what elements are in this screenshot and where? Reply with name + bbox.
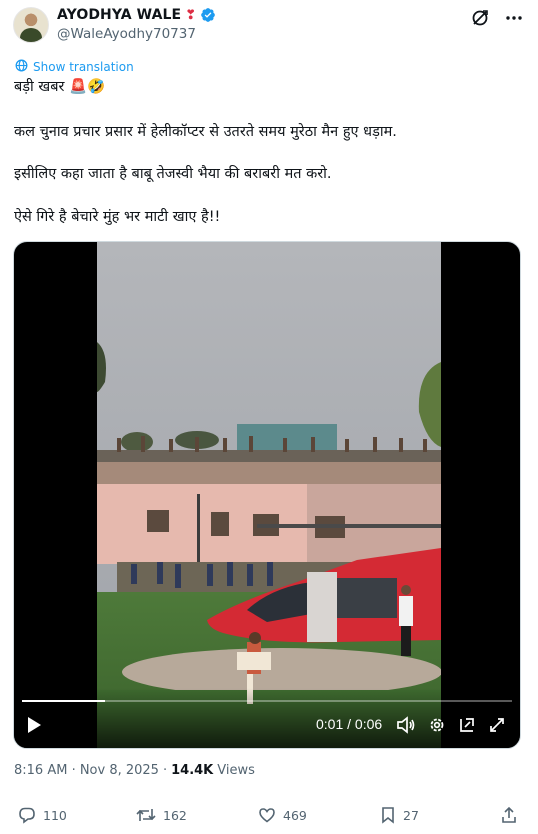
post-text-line: ऐसे गिरे है बेचारे मुंह भर माटी खाए है!! [14, 209, 221, 225]
video-progress-bar[interactable] [22, 700, 512, 702]
post-text-line: बड़ी खबर 🚨🤣 [14, 79, 106, 95]
like-count: 469 [283, 807, 307, 823]
fullscreen-icon[interactable] [488, 716, 506, 738]
more-icon[interactable] [504, 8, 524, 28]
verified-badge-icon[interactable] [200, 7, 216, 23]
post-text-line: कल चुनाव प्रचार प्रसार में हेलीकॉप्टर से… [14, 124, 397, 140]
bookmark-button[interactable]: 27 [380, 806, 419, 824]
post-meta: 8:16 AM · Nov 8, 2025 · 14.4K Views [14, 763, 255, 778]
meta-separator: · [162, 763, 168, 778]
reply-count: 110 [43, 807, 67, 823]
play-icon[interactable] [26, 716, 42, 738]
reply-icon [19, 807, 35, 824]
video-time: 0:01 / 0:06 [316, 716, 383, 732]
heart-icon [259, 808, 275, 823]
repost-count: 162 [163, 807, 187, 823]
share-button[interactable] [500, 806, 518, 824]
post-text-line: इसीलिए कहा जाता है बाबू तेजस्वी भैया की … [14, 166, 332, 182]
author-display-name[interactable]: AYODHYA WALE [57, 7, 181, 23]
video-still-image [97, 242, 441, 748]
avatar[interactable] [13, 7, 49, 43]
picture-in-picture-icon[interactable] [458, 716, 476, 738]
video-progress-fill [22, 700, 106, 702]
bookmark-count: 27 [403, 807, 419, 823]
repost-icon [136, 809, 156, 821]
like-button[interactable]: 469 [258, 806, 307, 824]
post-timestamp[interactable]: 8:16 AM · Nov 8, 2025 [14, 763, 159, 778]
author-handle[interactable]: @WaleAyodhy70737 [57, 26, 196, 42]
heart-emoji: ❣ [185, 7, 197, 23]
post-header: AYODHYA WALE ❣ @WaleAyodhy70737 [0, 0, 538, 52]
video-controls: 0:01 / 0:06 [14, 688, 520, 748]
author-name-row[interactable]: AYODHYA WALE ❣ [57, 7, 216, 23]
repost-button[interactable]: 162 [136, 806, 187, 824]
show-translation-label[interactable]: Show translation [33, 60, 134, 74]
reply-button[interactable]: 110 [18, 806, 67, 824]
views-count[interactable]: 14.4K [171, 763, 213, 778]
video-frame[interactable] [97, 242, 441, 748]
share-icon [502, 806, 516, 823]
views-label: Views [217, 763, 255, 778]
volume-icon[interactable] [396, 716, 416, 738]
translate-icon [15, 59, 28, 75]
post-actions-bar: 110 162 469 27 [0, 800, 538, 834]
settings-gear-icon[interactable] [428, 716, 446, 738]
video-player[interactable]: 0:01 / 0:06 [13, 241, 521, 749]
show-translation-link[interactable]: Show translation [15, 59, 134, 75]
bookmark-icon [382, 807, 394, 824]
grok-icon[interactable] [470, 8, 490, 28]
